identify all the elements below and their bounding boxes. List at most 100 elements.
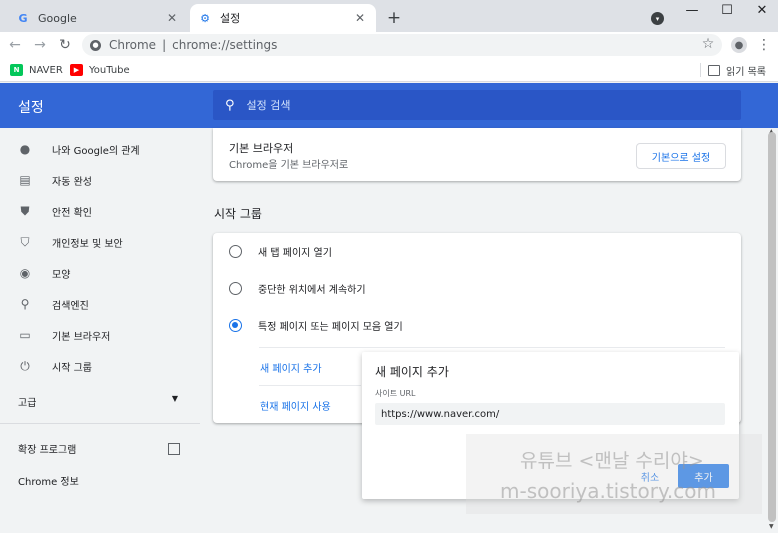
watermark-line-2: m-sooriya.tistory.com xyxy=(500,479,716,503)
radio-label: 중단한 위치에서 계속하기 xyxy=(258,284,366,296)
google-g-icon: G xyxy=(18,11,28,25)
radio-button-checked[interactable] xyxy=(229,318,242,332)
sidebar-item-you-and-google[interactable]: ● 나와 Google의 관계 xyxy=(0,137,200,161)
reading-list-label: 읽기 목록 xyxy=(726,66,766,78)
settings-search-box[interactable]: ⚲ xyxy=(213,90,741,120)
dialog-title: 새 페이지 추가 xyxy=(375,365,449,379)
sidebar-extensions[interactable]: 확장 프로그램 xyxy=(18,441,180,456)
default-browser-subtitle: Chrome을 기본 브라우저로 xyxy=(229,160,349,171)
bookmarks-bar: N NAVER ▶ YouTube 읽기 목록 xyxy=(0,58,778,82)
radio-label: 새 탭 페이지 열기 xyxy=(258,247,332,259)
watermark-line-1: 유튜브 <맨날 수리야> xyxy=(520,450,704,472)
palette-icon: ◉ xyxy=(19,266,31,280)
sidebar-item-safety-check[interactable]: ⛊ 안전 확인 xyxy=(0,199,200,223)
make-default-button[interactable]: 기본으로 설정 xyxy=(636,143,726,169)
settings-sidebar: ● 나와 Google의 관계 ▤ 자동 완성 ⛊ 안전 확인 ⛉ 개인정보 및… xyxy=(0,128,200,533)
back-icon[interactable]: ← xyxy=(6,36,24,54)
page-scrollbar[interactable]: ▲ ▼ xyxy=(766,128,778,533)
radio-button[interactable] xyxy=(229,244,242,258)
address-bar[interactable]: ● Chrome | chrome://settings xyxy=(82,34,722,56)
bookmark-naver[interactable]: N NAVER xyxy=(10,62,63,78)
url-separator: | xyxy=(162,38,167,52)
tab-title: Google xyxy=(38,11,77,25)
sidebar-item-label: 기본 브라우저 xyxy=(52,331,111,343)
bookmark-star-icon[interactable]: ☆ xyxy=(700,36,716,52)
default-browser-title: 기본 브라우저 xyxy=(229,142,294,155)
url-text: chrome://settings xyxy=(172,38,278,52)
maximize-icon[interactable]: ☐ xyxy=(707,2,747,18)
radio-continue[interactable]: 중단한 위치에서 계속하기 xyxy=(229,278,366,298)
sidebar-item-default-browser[interactable]: ▭ 기본 브라우저 xyxy=(0,323,200,347)
bookmark-label: YouTube xyxy=(89,64,130,76)
sidebar-item-label: 시작 그룹 xyxy=(52,362,92,374)
shield-icon: ⛉ xyxy=(20,234,30,249)
sidebar-item-search-engine[interactable]: ⚲ 검색엔진 xyxy=(0,292,200,316)
tab-search-icon[interactable]: ▾ xyxy=(651,12,664,25)
radio-button[interactable] xyxy=(229,281,242,295)
tab-settings[interactable]: ⚙ 설정 ✕ xyxy=(190,4,376,32)
sidebar-item-autofill[interactable]: ▤ 자동 완성 xyxy=(0,168,200,192)
advanced-label: 고급 xyxy=(18,398,37,409)
use-current-pages-link[interactable]: 현재 페이지 사용 xyxy=(260,398,331,413)
sidebar-about-chrome[interactable]: Chrome 정보 xyxy=(18,473,79,488)
tab-google[interactable]: G Google ✕ xyxy=(8,4,188,32)
caret-down-icon: ▼ xyxy=(171,394,178,403)
bookmark-youtube[interactable]: ▶ YouTube xyxy=(70,62,130,78)
naver-icon: N xyxy=(10,64,23,76)
reading-list-button[interactable]: 읽기 목록 xyxy=(708,62,766,78)
close-icon[interactable]: ✕ xyxy=(164,10,180,26)
clipboard-icon: ▤ xyxy=(19,173,31,187)
radio-specific-pages[interactable]: 특정 페이지 또는 페이지 모음 열기 xyxy=(229,315,403,335)
extensions-label: 확장 프로그램 xyxy=(18,445,77,456)
sidebar-item-label: 모양 xyxy=(52,269,71,281)
scroll-down-icon[interactable]: ▼ xyxy=(769,523,774,530)
bookmark-label: NAVER xyxy=(29,64,63,76)
tab-strip: G Google ✕ ⚙ 설정 ✕ + ▾ — ☐ ✕ xyxy=(0,0,778,32)
radio-label: 특정 페이지 또는 페이지 모음 열기 xyxy=(258,321,403,333)
row-divider xyxy=(259,347,725,348)
minimize-icon[interactable]: — xyxy=(672,2,712,18)
power-icon: ⏻ xyxy=(20,358,30,373)
radio-new-tab[interactable]: 새 탭 페이지 열기 xyxy=(229,241,332,261)
sidebar-item-label: 나와 Google의 관계 xyxy=(52,145,140,157)
chrome-site-icon: ● xyxy=(90,39,101,51)
settings-header: 설정 ⚲ xyxy=(0,83,778,128)
sidebar-item-on-startup[interactable]: ⏻ 시작 그룹 xyxy=(0,354,200,378)
browser-icon: ▭ xyxy=(19,328,31,342)
sidebar-item-label: 개인정보 및 보안 xyxy=(52,238,123,250)
search-icon: ⚲ xyxy=(20,297,30,311)
site-label: Chrome xyxy=(109,38,157,52)
person-icon: ● xyxy=(19,142,31,156)
new-tab-button[interactable]: + xyxy=(384,8,404,28)
settings-search-input[interactable] xyxy=(246,98,647,112)
reading-list-icon xyxy=(708,64,720,76)
youtube-icon: ▶ xyxy=(70,64,83,76)
site-url-label: 사이트 URL xyxy=(375,389,416,398)
toolbar: ← → ↻ ● Chrome | chrome://settings ☆ ● ⋮ xyxy=(0,32,778,58)
add-new-page-link[interactable]: 새 페이지 추가 xyxy=(260,360,322,375)
search-icon: ⚲ xyxy=(225,97,235,113)
startup-section-title: 시작 그룹 xyxy=(214,207,262,221)
bookmarks-separator xyxy=(700,63,701,77)
page-title: 설정 xyxy=(18,100,44,116)
tab-title: 설정 xyxy=(220,12,241,25)
default-browser-card: 기본 브라우저 Chrome을 기본 브라우저로 기본으로 설정 xyxy=(213,128,741,181)
shield-check-icon: ⛊ xyxy=(20,203,30,218)
reload-icon[interactable]: ↻ xyxy=(56,36,74,54)
profile-avatar-icon[interactable]: ● xyxy=(731,37,747,53)
forward-icon[interactable]: → xyxy=(31,36,49,54)
sidebar-item-label: 검색엔진 xyxy=(52,300,89,312)
sidebar-item-privacy[interactable]: ⛉ 개인정보 및 보안 xyxy=(0,230,200,254)
open-external-icon xyxy=(168,442,180,455)
row-divider xyxy=(259,385,361,386)
menu-kebab-icon[interactable]: ⋮ xyxy=(757,36,771,54)
sidebar-item-appearance[interactable]: ◉ 모양 xyxy=(0,261,200,285)
window-close-icon[interactable]: ✕ xyxy=(742,2,778,18)
close-icon[interactable]: ✕ xyxy=(352,10,368,26)
sidebar-item-label: 자동 완성 xyxy=(52,176,92,188)
scrollbar-thumb[interactable] xyxy=(768,132,776,522)
sidebar-divider xyxy=(0,423,200,424)
gear-icon: ⚙ xyxy=(200,11,210,25)
site-url-input[interactable] xyxy=(375,403,725,425)
sidebar-advanced[interactable]: 고급 ▼ xyxy=(18,394,178,409)
